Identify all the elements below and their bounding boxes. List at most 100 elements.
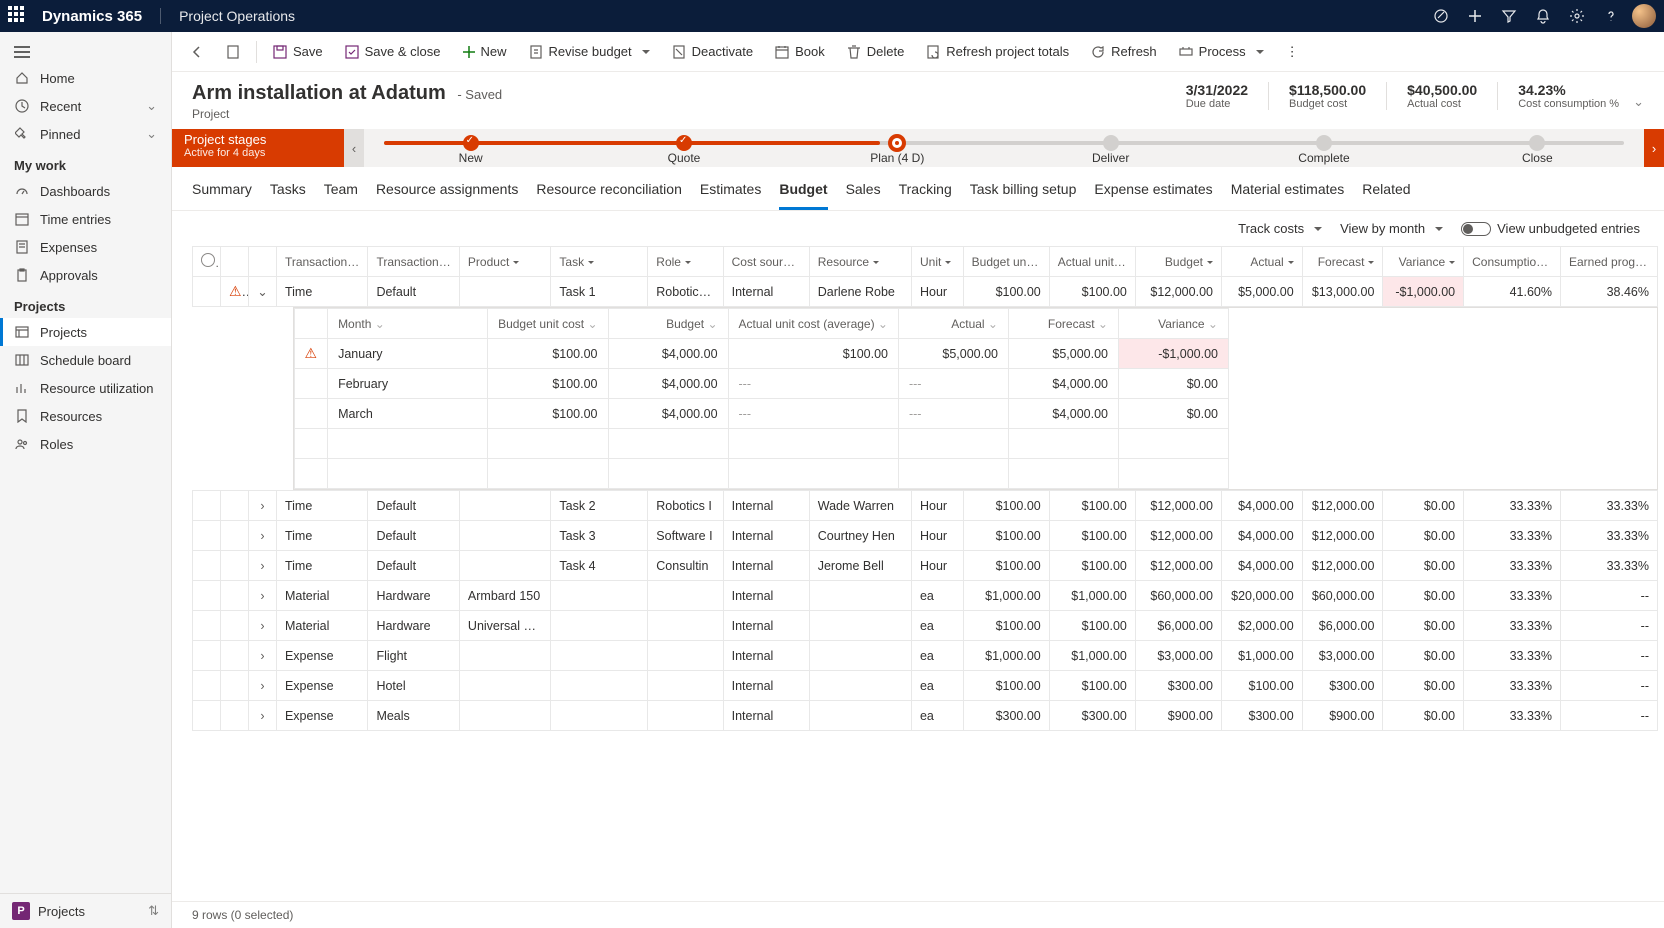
- cell[interactable]: $6,000.00: [1135, 611, 1221, 641]
- expand-row-button[interactable]: ›: [248, 521, 276, 551]
- cell[interactable]: $20,000.00: [1221, 581, 1302, 611]
- tab-related[interactable]: Related: [1362, 175, 1410, 210]
- row-select[interactable]: [193, 581, 221, 611]
- cell[interactable]: ea: [911, 611, 963, 641]
- stage-node[interactable]: New: [364, 131, 577, 165]
- month-cell[interactable]: ---: [728, 369, 898, 399]
- nav-pinned[interactable]: Pinned⌄: [0, 120, 171, 148]
- gear-icon[interactable]: [1560, 0, 1594, 32]
- cell[interactable]: Robotics T: [648, 277, 723, 307]
- cell[interactable]: $100.00: [1049, 491, 1135, 521]
- cell[interactable]: Hardware: [368, 581, 459, 611]
- delete-button[interactable]: Delete: [837, 39, 915, 64]
- month-cell[interactable]: ---: [728, 399, 898, 429]
- cell[interactable]: $4,000.00: [1221, 551, 1302, 581]
- nav-resources[interactable]: Resources: [0, 402, 171, 430]
- cell[interactable]: $300.00: [963, 701, 1049, 731]
- help-icon[interactable]: [1594, 0, 1628, 32]
- month-cell[interactable]: $4,000.00: [608, 369, 728, 399]
- table-row[interactable]: ›TimeDefaultTask 4ConsultinInternalJerom…: [193, 551, 1658, 581]
- cell[interactable]: $6,000.00: [1302, 611, 1383, 641]
- cell[interactable]: Hotel: [368, 671, 459, 701]
- month-cell[interactable]: March: [328, 399, 488, 429]
- cell[interactable]: ea: [911, 671, 963, 701]
- table-row[interactable]: ›TimeDefaultTask 2Robotics IInternalWade…: [193, 491, 1658, 521]
- month-cell[interactable]: $4,000.00: [608, 399, 728, 429]
- cell[interactable]: Wade Warren: [809, 491, 911, 521]
- cell[interactable]: 33.33%: [1464, 671, 1561, 701]
- month-col-header[interactable]: Budget ⌄: [608, 309, 728, 339]
- column-header[interactable]: Variance: [1383, 247, 1464, 277]
- column-header[interactable]: [248, 247, 276, 277]
- column-header[interactable]: Budget: [1135, 247, 1221, 277]
- month-cell[interactable]: $100.00: [488, 369, 608, 399]
- month-col-header[interactable]: Month ⌄: [328, 309, 488, 339]
- expand-row-button[interactable]: ›: [248, 581, 276, 611]
- cell[interactable]: Internal: [723, 701, 809, 731]
- cell[interactable]: Hour: [911, 551, 963, 581]
- cell[interactable]: $12,000.00: [1135, 277, 1221, 307]
- cell[interactable]: $1,000.00: [1221, 641, 1302, 671]
- column-header[interactable]: Role: [648, 247, 723, 277]
- cell[interactable]: $0.00: [1383, 581, 1464, 611]
- expand-row-button[interactable]: ›: [248, 671, 276, 701]
- cell[interactable]: Internal: [723, 551, 809, 581]
- cell[interactable]: 33.33%: [1464, 611, 1561, 641]
- column-header[interactable]: Unit: [911, 247, 963, 277]
- cell[interactable]: [459, 277, 550, 307]
- cell[interactable]: Material: [276, 611, 367, 641]
- cell[interactable]: --: [1561, 671, 1658, 701]
- cell[interactable]: --: [1561, 611, 1658, 641]
- cell[interactable]: $60,000.00: [1135, 581, 1221, 611]
- stage-node[interactable]: Quote: [577, 131, 790, 165]
- cell[interactable]: Default: [368, 277, 459, 307]
- cell[interactable]: [809, 701, 911, 731]
- tab-task-billing-setup[interactable]: Task billing setup: [970, 175, 1077, 210]
- cell[interactable]: [648, 671, 723, 701]
- hamburger-icon[interactable]: [0, 40, 171, 64]
- cell[interactable]: $300.00: [1302, 671, 1383, 701]
- track-costs-dropdown[interactable]: Track costs: [1238, 221, 1322, 236]
- bell-icon[interactable]: [1526, 0, 1560, 32]
- month-col-header[interactable]: Actual ⌄: [898, 309, 1008, 339]
- stage-flag[interactable]: Project stages Active for 4 days: [172, 129, 344, 167]
- cell[interactable]: Hardware: [368, 611, 459, 641]
- stage-prev-button[interactable]: ‹: [344, 129, 364, 167]
- cell[interactable]: [459, 521, 550, 551]
- cell[interactable]: [551, 701, 648, 731]
- avatar[interactable]: [1632, 4, 1656, 28]
- cell[interactable]: $1,000.00: [1049, 641, 1135, 671]
- column-header[interactable]: [193, 247, 221, 277]
- cell[interactable]: $12,000.00: [1302, 551, 1383, 581]
- cell[interactable]: $0.00: [1383, 491, 1464, 521]
- column-header[interactable]: Actual unit cost: [1049, 247, 1135, 277]
- cell[interactable]: Default: [368, 491, 459, 521]
- assistant-icon[interactable]: [1424, 0, 1458, 32]
- column-header[interactable]: Budget unit cost: [963, 247, 1049, 277]
- cell[interactable]: 33.33%: [1561, 491, 1658, 521]
- cell[interactable]: [459, 701, 550, 731]
- row-select[interactable]: [193, 521, 221, 551]
- cell[interactable]: $300.00: [1221, 701, 1302, 731]
- row-select[interactable]: [193, 701, 221, 731]
- cell[interactable]: Darlene Robe: [809, 277, 911, 307]
- stage-node[interactable]: Plan (4 D): [791, 131, 1004, 165]
- row-select[interactable]: [193, 641, 221, 671]
- cell[interactable]: $100.00: [1049, 521, 1135, 551]
- column-header[interactable]: Transaction class: [276, 247, 367, 277]
- cell[interactable]: Expense: [276, 641, 367, 671]
- tab-sales[interactable]: Sales: [846, 175, 881, 210]
- cell[interactable]: ea: [911, 581, 963, 611]
- cell[interactable]: $0.00: [1383, 521, 1464, 551]
- cell[interactable]: 33.33%: [1464, 581, 1561, 611]
- plus-icon[interactable]: [1458, 0, 1492, 32]
- column-header[interactable]: Earned progres: [1561, 247, 1658, 277]
- column-header[interactable]: Transaction cate: [368, 247, 459, 277]
- cell[interactable]: --: [1561, 641, 1658, 671]
- cell[interactable]: $100.00: [963, 611, 1049, 641]
- cell[interactable]: Task 3: [551, 521, 648, 551]
- cell[interactable]: $3,000.00: [1135, 641, 1221, 671]
- column-header[interactable]: Forecast: [1302, 247, 1383, 277]
- cell[interactable]: 33.33%: [1464, 641, 1561, 671]
- cell[interactable]: 33.33%: [1464, 491, 1561, 521]
